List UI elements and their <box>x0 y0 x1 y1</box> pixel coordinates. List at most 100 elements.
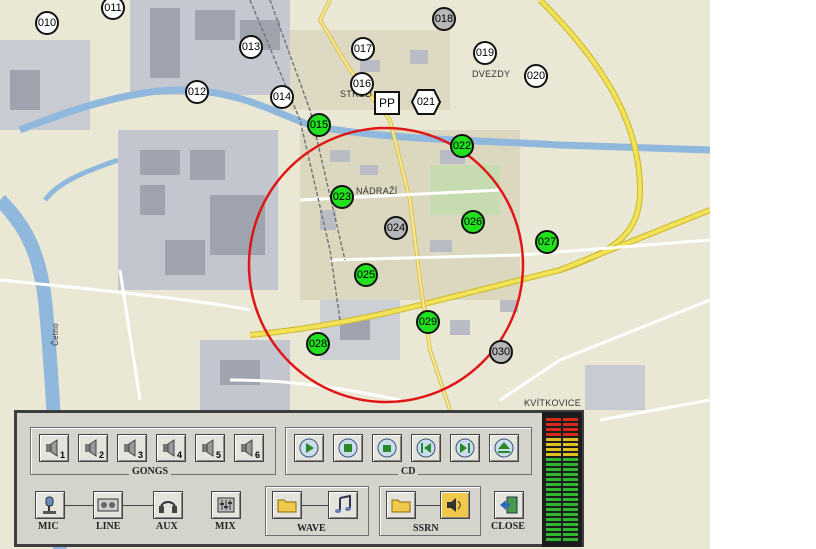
vu-segment <box>546 528 561 531</box>
vu-segment <box>546 418 561 421</box>
connector-line <box>123 505 153 506</box>
wave-play-button[interactable] <box>328 491 358 519</box>
mix-button[interactable] <box>211 491 241 519</box>
line-button[interactable] <box>93 491 123 519</box>
cd-next-button[interactable] <box>450 434 480 462</box>
pause-icon <box>377 438 397 458</box>
vu-segment <box>563 428 578 431</box>
loudspeaker-marker[interactable]: 020 <box>524 64 548 88</box>
folder-icon <box>277 499 297 513</box>
control-panel: 1 2 3 4 5 6 GONGS CD MIC LINE AUX MIX WA… <box>14 410 584 547</box>
vu-segment <box>563 478 578 481</box>
vu-segment <box>563 488 578 491</box>
vu-segment <box>563 458 578 461</box>
wave-label: WAVE <box>294 523 329 534</box>
vu-meter-left-channel <box>546 418 561 543</box>
close-button[interactable] <box>494 491 524 519</box>
vu-segment <box>546 518 561 521</box>
application-window: STŘED NÁDRAŽÍ DVEZDY KVÍTKOVICE Četno 01… <box>0 0 816 549</box>
vu-segment <box>546 443 561 446</box>
hexagon-marker[interactable]: 021 <box>411 89 441 115</box>
loudspeaker-marker[interactable]: 030 <box>489 340 513 364</box>
vu-segment <box>563 473 578 476</box>
cd-label: CD <box>398 466 419 477</box>
vu-segment <box>546 493 561 496</box>
loudspeaker-marker[interactable]: 023 <box>330 185 354 209</box>
vu-segment <box>563 508 578 511</box>
vu-segment <box>546 453 561 456</box>
loudspeaker-marker[interactable]: 018 <box>432 7 456 31</box>
vu-segment <box>546 473 561 476</box>
ssrn-open-button[interactable] <box>386 491 416 519</box>
cd-pause-button[interactable] <box>372 434 402 462</box>
loudspeaker-marker[interactable]: 013 <box>239 35 263 59</box>
loudspeaker-marker[interactable]: 016 <box>350 72 374 96</box>
cd-eject-button[interactable] <box>489 434 519 462</box>
map-label-dvezdy: DVEZDY <box>472 69 511 79</box>
vu-segment <box>563 468 578 471</box>
loudspeaker-marker[interactable]: 022 <box>450 134 474 158</box>
loudspeaker-marker[interactable]: 027 <box>535 230 559 254</box>
wave-open-button[interactable] <box>272 491 302 519</box>
loudspeaker-marker[interactable]: 026 <box>461 210 485 234</box>
vu-segment <box>563 483 578 486</box>
vu-segment <box>563 493 578 496</box>
mic-button[interactable] <box>35 491 65 519</box>
cd-previous-button[interactable] <box>411 434 441 462</box>
gong-button-2[interactable]: 2 <box>78 434 108 462</box>
vu-segment <box>546 478 561 481</box>
vu-segment <box>546 483 561 486</box>
vu-segment <box>563 463 578 466</box>
vu-segment <box>563 498 578 501</box>
loudspeaker-marker[interactable]: 028 <box>306 332 330 356</box>
loudspeaker-marker[interactable]: 025 <box>354 263 378 287</box>
gong-number: 3 <box>137 450 143 460</box>
close-label: CLOSE <box>491 521 525 532</box>
gong-number: 6 <box>254 450 260 460</box>
vu-segment <box>546 513 561 516</box>
connector-line <box>416 505 440 506</box>
mixer-icon <box>217 497 235 513</box>
next-track-icon <box>455 438 475 458</box>
aux-label: AUX <box>156 521 178 532</box>
loudspeaker-marker[interactable]: 010 <box>35 11 59 35</box>
folder-icon <box>391 499 411 513</box>
gong-button-1[interactable]: 1 <box>39 434 69 462</box>
previous-track-icon <box>416 438 436 458</box>
microphone-icon <box>43 496 56 514</box>
vu-segment <box>546 523 561 526</box>
loudspeaker-marker[interactable]: 017 <box>351 37 375 61</box>
tape-deck-icon <box>97 498 119 512</box>
vu-segment <box>546 438 561 441</box>
vu-segment <box>563 438 578 441</box>
cd-play-button[interactable] <box>294 434 324 462</box>
loudspeaker-marker[interactable]: 029 <box>416 310 440 334</box>
gong-button-6[interactable]: 6 <box>234 434 264 462</box>
cd-stop-button[interactable] <box>333 434 363 462</box>
control-center-marker[interactable]: PP <box>374 91 400 115</box>
vu-segment <box>563 443 578 446</box>
loudspeaker-marker[interactable]: 019 <box>473 41 497 65</box>
hexagon-marker-label: 021 <box>416 96 436 108</box>
map-label-nadrazi: NÁDRAŽÍ <box>356 186 398 196</box>
connector-line <box>302 505 328 506</box>
gong-number: 5 <box>215 450 221 460</box>
gong-button-5[interactable]: 5 <box>195 434 225 462</box>
aux-button[interactable] <box>153 491 183 519</box>
eject-icon <box>494 438 514 458</box>
loudspeaker-marker[interactable]: 015 <box>307 113 331 137</box>
gongs-label: GONGS <box>129 466 172 477</box>
map-label-kvitkovice: KVÍTKOVICE <box>524 398 582 408</box>
vu-segment <box>563 433 578 436</box>
ssrn-volume-button[interactable] <box>440 491 470 519</box>
vu-segment <box>546 498 561 501</box>
gong-button-4[interactable]: 4 <box>156 434 186 462</box>
vu-segment <box>546 448 561 451</box>
vu-segment <box>563 538 578 541</box>
loudspeaker-marker[interactable]: 024 <box>384 216 408 240</box>
gong-button-3[interactable]: 3 <box>117 434 147 462</box>
ssrn-group: SSRN <box>379 486 481 536</box>
vu-segment <box>546 433 561 436</box>
loudspeaker-marker[interactable]: 014 <box>270 85 294 109</box>
loudspeaker-marker[interactable]: 012 <box>185 80 209 104</box>
